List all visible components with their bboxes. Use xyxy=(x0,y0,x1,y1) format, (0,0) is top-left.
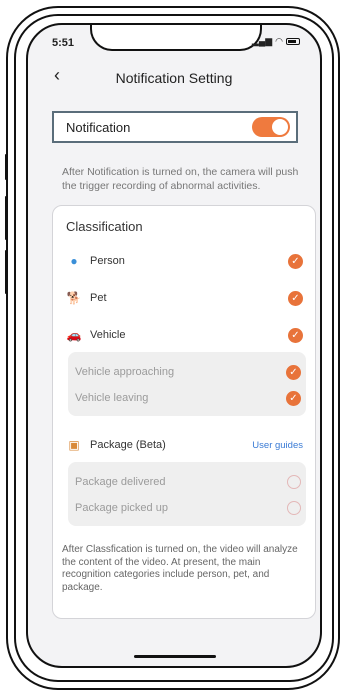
vehicle-icon: 🚗 xyxy=(66,328,82,342)
status-time: 5:51 xyxy=(52,37,75,49)
vehicle-approaching-row[interactable]: Vehicle approaching ✓ xyxy=(75,362,301,382)
package-picked-up-row[interactable]: Package picked up xyxy=(75,498,301,518)
classification-item-pet[interactable]: 🐕 Pet ✓ xyxy=(66,288,303,308)
wifi-icon: ◠ xyxy=(275,36,283,46)
package-delivered-row[interactable]: Package delivered xyxy=(75,472,301,492)
battery-icon xyxy=(286,38,300,45)
person-label: Person xyxy=(90,255,125,267)
classification-item-person[interactable]: ● Person ✓ xyxy=(66,251,303,271)
status-icons: ▂▄▆ ◠ xyxy=(252,36,300,47)
vehicle-approaching-check[interactable]: ✓ xyxy=(286,364,301,380)
classification-title: Classification xyxy=(66,219,143,234)
package-label: Package (Beta) xyxy=(90,439,166,451)
classification-card: Classification ● Person ✓ 🐕 Pet ✓ 🚗 Vehi… xyxy=(52,205,316,619)
volume-down-button xyxy=(5,250,8,294)
pet-icon: 🐕 xyxy=(66,291,82,305)
package-picked-up-label: Package picked up xyxy=(75,502,168,514)
screen: 5:51 ▂▄▆ ◠ ‹ Notification Setting Notifi… xyxy=(26,23,322,668)
pet-check[interactable]: ✓ xyxy=(288,290,303,306)
package-delivered-check[interactable] xyxy=(287,475,301,489)
vehicle-leaving-label: Vehicle leaving xyxy=(75,392,149,404)
vehicle-leaving-row[interactable]: Vehicle leaving ✓ xyxy=(75,388,301,408)
pet-label: Pet xyxy=(90,292,107,304)
notification-label: Notification xyxy=(66,119,131,135)
vehicle-leaving-check[interactable]: ✓ xyxy=(286,390,301,406)
vehicle-approaching-label: Vehicle approaching xyxy=(75,366,175,378)
user-guides-link[interactable]: User guides xyxy=(252,440,303,451)
mute-switch xyxy=(5,154,8,180)
classification-description: After Classfication is turned on, the vi… xyxy=(62,544,298,593)
vehicle-check[interactable]: ✓ xyxy=(288,327,303,343)
package-delivered-label: Package delivered xyxy=(75,476,166,488)
volume-up-button xyxy=(5,196,8,240)
page-title: Notification Setting xyxy=(115,70,233,86)
person-icon: ● xyxy=(70,254,78,268)
notch xyxy=(90,25,262,51)
classification-item-vehicle[interactable]: 🚗 Vehicle ✓ xyxy=(66,325,303,345)
vehicle-label: Vehicle xyxy=(90,329,126,341)
signal-icon: ▂▄▆ xyxy=(251,36,273,46)
notification-toggle[interactable] xyxy=(252,117,290,137)
notification-description: After Notification is turned on, the cam… xyxy=(62,166,299,192)
package-icon: ▣ xyxy=(68,438,80,452)
home-indicator[interactable] xyxy=(134,655,216,658)
package-picked-up-check[interactable] xyxy=(287,501,301,515)
notification-row: Notification xyxy=(52,111,298,143)
person-check[interactable]: ✓ xyxy=(288,253,303,269)
classification-item-package[interactable]: ▣ Package (Beta) User guides xyxy=(66,435,303,455)
